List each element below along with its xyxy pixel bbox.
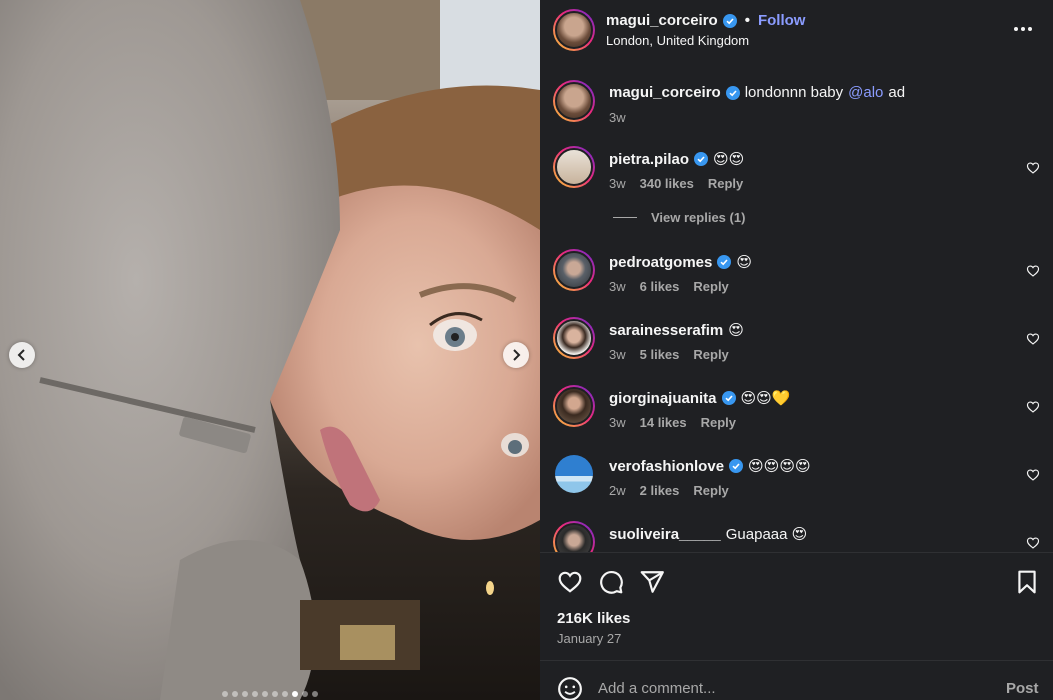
reply-button[interactable]: Reply	[693, 279, 728, 294]
verified-badge-icon	[722, 13, 737, 28]
commenter-username[interactable]: suoliveira_____	[609, 526, 721, 543]
caption-mention[interactable]: @alo	[848, 84, 883, 101]
comment-time: 3w	[609, 415, 626, 430]
author-avatar[interactable]	[553, 9, 595, 51]
comment-composer: Post	[540, 660, 1053, 700]
reply-button[interactable]: Reply	[701, 415, 736, 430]
commenter-avatar[interactable]	[553, 146, 595, 188]
like-comment-heart-icon[interactable]	[1026, 468, 1040, 482]
post-header: magui_corceiro • Follow London, United K…	[540, 0, 1053, 62]
comment-likes[interactable]: 340 likes	[640, 176, 694, 191]
follow-button[interactable]: Follow	[758, 12, 806, 29]
save-bookmark-icon[interactable]	[1014, 569, 1040, 595]
carousel-next-button[interactable]	[503, 342, 529, 368]
comment-time: 3w	[609, 176, 626, 191]
like-heart-icon[interactable]	[557, 569, 583, 595]
caption-time: 3w	[609, 110, 626, 125]
commenter-avatar[interactable]	[553, 385, 595, 427]
carousel-dot	[302, 691, 308, 697]
comment-text: 😍😍	[713, 151, 745, 168]
like-comment-heart-icon[interactable]	[1026, 536, 1040, 550]
carousel-dot	[312, 691, 318, 697]
comment-text: 😍	[736, 254, 752, 271]
caption-username[interactable]: magui_corceiro	[609, 84, 721, 101]
commenter-avatar[interactable]	[553, 249, 595, 291]
caption-avatar[interactable]	[553, 80, 595, 122]
commenter-avatar[interactable]	[553, 317, 595, 359]
comment-likes[interactable]: 6 likes	[640, 279, 680, 294]
commenter-username[interactable]: pedroatgomes	[609, 254, 712, 271]
reply-button[interactable]: Reply	[693, 347, 728, 362]
comment-bubble-icon[interactable]	[598, 569, 624, 595]
comment-input[interactable]	[598, 675, 998, 700]
comment-time: 3w	[609, 347, 626, 362]
comment-likes[interactable]: 5 likes	[640, 347, 680, 362]
view-replies-label: View replies (1)	[651, 210, 746, 225]
comment-text: Guapaaa 😍	[725, 526, 808, 543]
carousel-dot	[272, 691, 278, 697]
carousel-dot-active	[292, 691, 298, 697]
reply-button[interactable]: Reply	[708, 176, 743, 191]
separator-dot: •	[744, 12, 750, 29]
post-comment-button[interactable]: Post	[1006, 680, 1039, 697]
like-comment-heart-icon[interactable]	[1026, 264, 1040, 278]
chevron-left-icon	[17, 349, 25, 361]
comment-likes[interactable]: 2 likes	[640, 483, 680, 498]
post-photo	[0, 0, 540, 700]
author-username[interactable]: magui_corceiro	[606, 12, 718, 29]
verified-badge-icon	[725, 85, 740, 100]
verified-badge-icon	[694, 152, 709, 166]
post-panel: magui_corceiro • Follow London, United K…	[540, 0, 1053, 700]
comment-text: 😍😍😍😍	[748, 458, 811, 475]
post-location[interactable]: London, United Kingdom	[606, 33, 749, 48]
emoji-icon[interactable]	[557, 676, 583, 700]
carousel-dot	[222, 691, 228, 697]
verified-badge-icon	[721, 391, 736, 405]
likes-count[interactable]: 216K likes	[557, 610, 630, 627]
carousel-prev-button[interactable]	[9, 342, 35, 368]
comment-time: 3w	[609, 279, 626, 294]
like-comment-heart-icon[interactable]	[1026, 332, 1040, 346]
reply-button[interactable]: Reply	[693, 483, 728, 498]
commenter-username[interactable]: pietra.pilao	[609, 151, 689, 168]
commenter-avatar[interactable]	[555, 455, 593, 493]
more-options-button[interactable]	[1008, 19, 1038, 39]
chevron-right-icon	[513, 349, 521, 361]
carousel-dot	[262, 691, 268, 697]
carousel-indicator	[0, 691, 540, 697]
like-comment-heart-icon[interactable]	[1026, 400, 1040, 414]
comment-time: 2w	[609, 483, 626, 498]
more-options-icon	[1014, 27, 1018, 31]
comment-text: 😍	[728, 322, 744, 339]
commenter-avatar[interactable]	[553, 521, 595, 552]
replies-divider	[613, 217, 637, 218]
verified-badge-icon	[717, 255, 732, 269]
carousel-dot	[232, 691, 238, 697]
caption-text-tail: ad	[888, 84, 906, 101]
carousel-dot	[242, 691, 248, 697]
verified-badge-icon	[729, 459, 744, 473]
share-send-icon[interactable]	[639, 569, 665, 595]
comments-list[interactable]: magui_corceiro londonnn baby @alo ad 3w …	[540, 62, 1053, 552]
post-media[interactable]	[0, 0, 540, 700]
carousel-dot	[252, 691, 258, 697]
post-date: January 27	[557, 631, 622, 646]
carousel-dot	[282, 691, 288, 697]
post-actions	[540, 552, 1053, 602]
caption-text: londonnn baby	[744, 84, 844, 101]
comment-likes[interactable]: 14 likes	[640, 415, 687, 430]
view-replies-button[interactable]: View replies (1)	[613, 210, 745, 225]
comment-text: 😍😍💛	[740, 390, 791, 407]
commenter-username[interactable]: verofashionlove	[609, 458, 724, 475]
like-comment-heart-icon[interactable]	[1026, 161, 1040, 175]
commenter-username[interactable]: sarainesserafim	[609, 322, 723, 339]
commenter-username[interactable]: giorginajuanita	[609, 390, 717, 407]
